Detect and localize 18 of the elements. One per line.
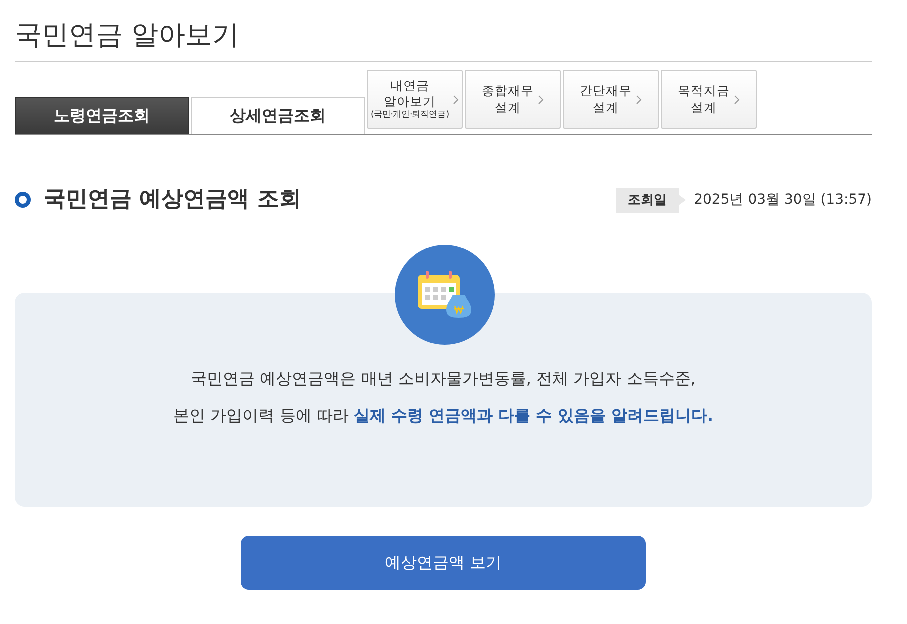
view-pension-button[interactable]: 예상연금액 보기 (241, 536, 646, 590)
page-title: 국민연금 알아보기 (15, 18, 872, 62)
bullet-icon (15, 192, 31, 208)
tab[interactable]: 노령연금조회 (15, 97, 189, 134)
calendar-money-bag-icon (395, 245, 495, 346)
date-text: 2025년 03월 30일 (13:57) (694, 190, 872, 210)
chevron-right-icon (636, 94, 642, 105)
menu-link-button[interactable]: 목적지금 설계 (661, 70, 757, 130)
menu-link-button[interactable]: 내연금 알아보기 (국민·개인·퇴직연금) (367, 70, 463, 130)
chevron-right-icon (453, 94, 460, 105)
menu-link-button[interactable]: 종합재무 설계 (465, 70, 561, 130)
section-title: 국민연금 예상연금액 조회 (44, 187, 302, 214)
date-label: 조회일 (616, 188, 686, 214)
menu-link-button[interactable]: 간단재무 설계 (563, 70, 659, 130)
notice-text: 국민연금 예상연금액은 매년 소비자물가변동률, 전체 가입자 소득수준, 본인 가입이력 등에 따라 실제 수령 연금액과 다를 수 있음을 알려드립니다. (172, 368, 714, 428)
chevron-right-icon (538, 94, 544, 105)
tab[interactable]: 상세연금조회 (191, 97, 365, 134)
chevron-right-icon (734, 94, 740, 105)
